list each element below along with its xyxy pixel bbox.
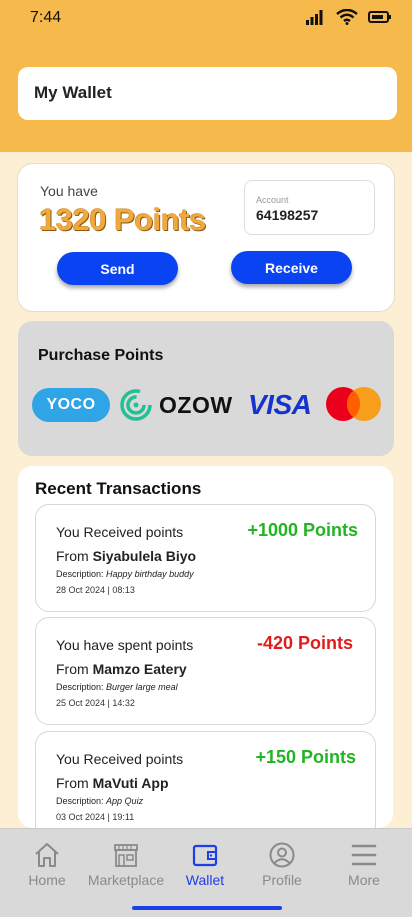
home-indicator: [132, 906, 282, 910]
page-title: My Wallet: [18, 67, 397, 120]
menu-icon: [351, 844, 377, 866]
desc-label: Description:: [56, 569, 104, 579]
purchase-title: Purchase Points: [38, 347, 164, 364]
nav-label-more: More: [348, 872, 380, 888]
send-button[interactable]: Send: [57, 252, 178, 285]
balance-label: You have: [40, 183, 98, 199]
transaction-description: Description: Burger large meal: [56, 682, 178, 692]
nav-label-home: Home: [28, 872, 66, 888]
yoco-logo[interactable]: YOCO: [32, 388, 110, 422]
transaction-amount: +150 Points: [255, 747, 356, 767]
recent-transactions-panel: Recent Transactions You Received points …: [18, 466, 393, 828]
desc-text: App Quiz: [106, 796, 144, 806]
purchase-points-card: Purchase Points YOCO OZOW VISA: [18, 321, 394, 456]
mastercard-circles-icon: [326, 387, 381, 421]
signal-icon: [306, 10, 323, 25]
ozow-logo[interactable]: OZOW: [119, 387, 241, 423]
transactions-heading: Recent Transactions: [35, 479, 202, 498]
bottom-nav: Home Marketplace Wallet Profile More: [0, 828, 412, 917]
nav-label-profile: Profile: [262, 872, 302, 888]
account-field[interactable]: Account 64198257: [244, 180, 375, 235]
yoco-label: YOCO: [46, 396, 96, 413]
transaction-from: From Mamzo Eatery: [56, 661, 187, 677]
transaction-from: From MaVuti App: [56, 775, 169, 791]
home-icon: [35, 843, 59, 867]
transaction-date: 03 Oct 2024 | 19:11: [56, 812, 135, 822]
desc-label: Description:: [56, 682, 104, 692]
visa-logo[interactable]: VISA: [248, 387, 320, 423]
transaction-card[interactable]: You Received points +1000 Points From Si…: [35, 504, 376, 612]
transaction-amount: +1000 Points: [247, 520, 358, 540]
nav-item-profile[interactable]: Profile: [258, 841, 306, 888]
profile-icon: [269, 842, 295, 868]
wallet-icon: [192, 844, 218, 867]
from-prefix: From: [56, 661, 93, 677]
mastercard-logo[interactable]: [324, 385, 384, 423]
transaction-date: 25 Oct 2024 | 14:32: [56, 698, 135, 708]
desc-text: Burger large meal: [106, 682, 178, 692]
desc-text: Happy birthday buddy: [106, 569, 194, 579]
nav-item-wallet[interactable]: Wallet: [181, 841, 229, 888]
nav-item-marketplace[interactable]: Marketplace: [85, 841, 167, 888]
ozow-mark-icon: [120, 389, 152, 421]
transaction-description: Description: App Quiz: [56, 796, 143, 806]
account-number: 64198257: [256, 207, 319, 223]
transaction-description: Description: Happy birthday buddy: [56, 569, 194, 579]
nav-item-more[interactable]: More: [340, 841, 388, 888]
points-balance-card: You have 1320 Points Account 64198257 Se…: [17, 163, 395, 312]
from-name: Siyabulela Biyo: [92, 548, 197, 564]
battery-icon: [368, 11, 391, 23]
nav-label-marketplace: Marketplace: [87, 872, 165, 888]
from-prefix: From: [56, 775, 93, 791]
status-time: 7:44: [30, 9, 62, 26]
from-name: MaVuti App: [92, 775, 169, 791]
nav-item-home[interactable]: Home: [23, 841, 71, 888]
transaction-card[interactable]: You have spent points -420 Points From M…: [35, 617, 376, 725]
receive-button[interactable]: Receive: [231, 251, 352, 284]
transaction-from: From Siyabulela Biyo: [56, 548, 196, 564]
transaction-title: You Received points: [56, 524, 184, 540]
transaction-title: You Received points: [56, 751, 184, 767]
ozow-label: OZOW: [159, 391, 233, 418]
visa-label: VISA: [248, 389, 312, 420]
store-icon: [114, 844, 138, 867]
desc-label: Description:: [56, 796, 104, 806]
transaction-title: You have spent points: [56, 637, 194, 653]
status-bar: 7:44: [0, 0, 412, 36]
nav-label-wallet: Wallet: [185, 872, 225, 888]
status-icons: [306, 9, 392, 25]
transaction-amount: -420 Points: [256, 633, 353, 653]
points-balance: 1320 Points: [39, 202, 206, 237]
from-name: Mamzo Eatery: [92, 661, 187, 677]
from-prefix: From: [56, 548, 93, 564]
account-label: Account: [256, 195, 289, 205]
transaction-card[interactable]: You Received points +150 Points From MaV…: [35, 731, 376, 828]
wifi-icon: [336, 9, 358, 25]
app-header: 7:44 My Wallet: [0, 0, 412, 152]
transaction-date: 28 Oct 2024 | 08:13: [56, 585, 135, 595]
